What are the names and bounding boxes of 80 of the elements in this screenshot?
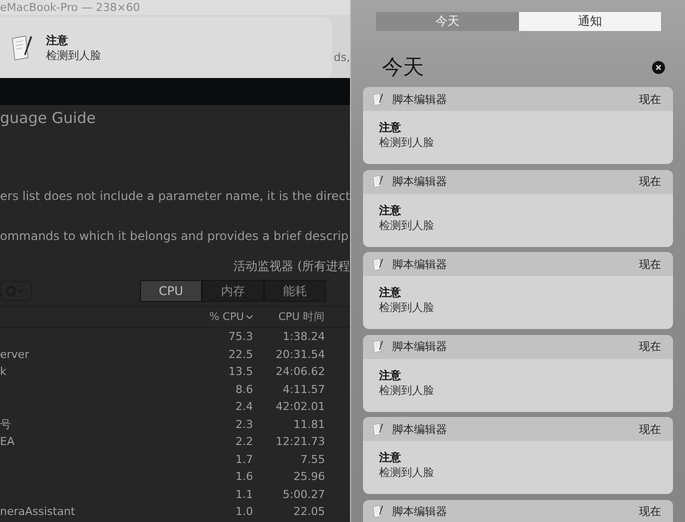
notification-message: 检测到人脸 <box>379 218 435 232</box>
cpu-cell-text: 1.1 <box>234 488 253 501</box>
script-paper-icon <box>10 34 34 62</box>
cpu-time-cell-text: 11.81 <box>292 418 325 431</box>
script-paper-icon <box>372 258 384 270</box>
cpu-time-cell-text: 7.55 <box>300 452 325 466</box>
notification-time: 现在 <box>639 339 661 354</box>
notification-card[interactable]: 脚本编辑器 现在 注意 检测到人脸 <box>363 334 673 412</box>
cpu-cell-text: 22.5 <box>228 348 253 361</box>
notification-time: 现在 <box>639 174 661 189</box>
notification-title: 注意 <box>379 202 402 218</box>
process-name: k <box>0 365 8 378</box>
cpu-cell-text: 1.6 <box>234 470 253 484</box>
script-paper-icon <box>372 422 384 436</box>
notification-title: 注意 <box>379 368 402 382</box>
window-title: 活动监视器 (所有进程 <box>234 258 350 274</box>
notification-title: 注意 <box>379 120 402 135</box>
notification-time: 现在 <box>639 422 661 436</box>
cpu-cell-text: 75.3 <box>228 330 253 344</box>
cpu-cell-text: 2.3 <box>234 418 253 431</box>
notification-card[interactable]: 脚本编辑器 现在 注意 检测到人脸 <box>363 170 673 246</box>
cpu-cell-text: 2.4 <box>234 400 253 414</box>
cpu-cell-text: 13.5 <box>228 365 253 378</box>
window-title: eMacBook-Pro — 238×60 <box>0 1 140 14</box>
cpu-time-cell-text: 24:06.62 <box>274 365 325 378</box>
paragraph-text: ommands to which it belongs and provides a brief descrip <box>0 229 349 243</box>
column-header[interactable]: % CPU <box>209 311 244 323</box>
notification-title: 注意 <box>46 32 69 48</box>
notification-title: 注意 <box>379 450 402 465</box>
cpu-time-cell-text: 25.96 <box>292 470 325 484</box>
app-name: 脚本编辑器 <box>392 339 448 354</box>
notification-time: 现在 <box>639 92 661 106</box>
cpu-cell-text: 1.0 <box>234 505 253 518</box>
tab[interactable]: CPU <box>140 280 202 302</box>
cpu-time-cell-text: 5:00.27 <box>282 488 325 501</box>
tab[interactable]: 内存 <box>202 280 264 302</box>
process-name: erver <box>0 348 30 361</box>
cpu-cell-text: 1.7 <box>234 452 253 466</box>
notification-message: 检测到人脸 <box>379 382 435 398</box>
notification-message: 检测到人脸 <box>379 465 435 480</box>
notification-time: 现在 <box>639 504 661 519</box>
close-icon[interactable] <box>652 60 665 74</box>
cpu-cell-text: 2.2 <box>234 435 253 448</box>
notification-card[interactable]: 脚本编辑器 现在 注意 检测到人脸 <box>363 252 673 329</box>
app-name: 脚本编辑器 <box>392 504 448 519</box>
column-header[interactable]: CPU 时间 <box>253 310 325 324</box>
chevron-down-icon <box>246 315 253 319</box>
process-name: EA <box>0 435 16 448</box>
cpu-time-cell-text: 42:02.01 <box>274 400 325 414</box>
document-heading: guage Guide <box>0 108 96 126</box>
toolbar-text: ds, <box>334 51 350 64</box>
notification-message: 检测到人脸 <box>379 135 435 150</box>
paragraph-text: ers list does not include a parameter name, it is the direct <box>0 189 350 203</box>
notification-card[interactable]: 脚本编辑器 现在 注意 检测到人脸 <box>363 87 673 164</box>
notification-message: 检测到人脸 <box>379 300 435 315</box>
cpu-time-cell-text: 1:38.24 <box>282 330 325 344</box>
tab[interactable]: 能耗 <box>264 280 326 302</box>
script-paper-icon <box>372 175 384 188</box>
script-paper-icon <box>372 340 384 353</box>
script-paper-icon <box>372 92 384 106</box>
app-name: 脚本编辑器 <box>392 92 448 106</box>
section-heading: 今天 <box>382 54 424 81</box>
cpu-time-cell-text: 22.05 <box>292 505 325 518</box>
app-name: 脚本编辑器 <box>392 422 448 436</box>
notification-card[interactable]: 脚本编辑器 现在 注意 检测到人脸 <box>363 417 673 494</box>
notification-banner[interactable]: 注意 检测到人脸 <box>0 17 332 78</box>
app-name: 脚本编辑器 <box>392 174 448 189</box>
app-name: 脚本编辑器 <box>392 256 448 272</box>
process-name: neraAssistant <box>0 505 76 518</box>
cpu-time-cell-text: 4:11.57 <box>282 382 325 396</box>
cpu-time-cell-text: 20:31.54 <box>274 348 325 361</box>
notification-title: 注意 <box>379 285 402 300</box>
notification-message: 检测到人脸 <box>46 48 101 62</box>
notification-time: 现在 <box>639 256 661 272</box>
script-paper-icon <box>372 505 384 518</box>
tab[interactable]: 通知 <box>518 12 661 31</box>
notification-card[interactable]: 脚本编辑器 现在 <box>363 500 673 522</box>
process-name: 号 <box>0 416 12 432</box>
cpu-cell-text: 8.6 <box>234 382 253 396</box>
cpu-time-cell-text: 12:21.73 <box>274 435 325 448</box>
